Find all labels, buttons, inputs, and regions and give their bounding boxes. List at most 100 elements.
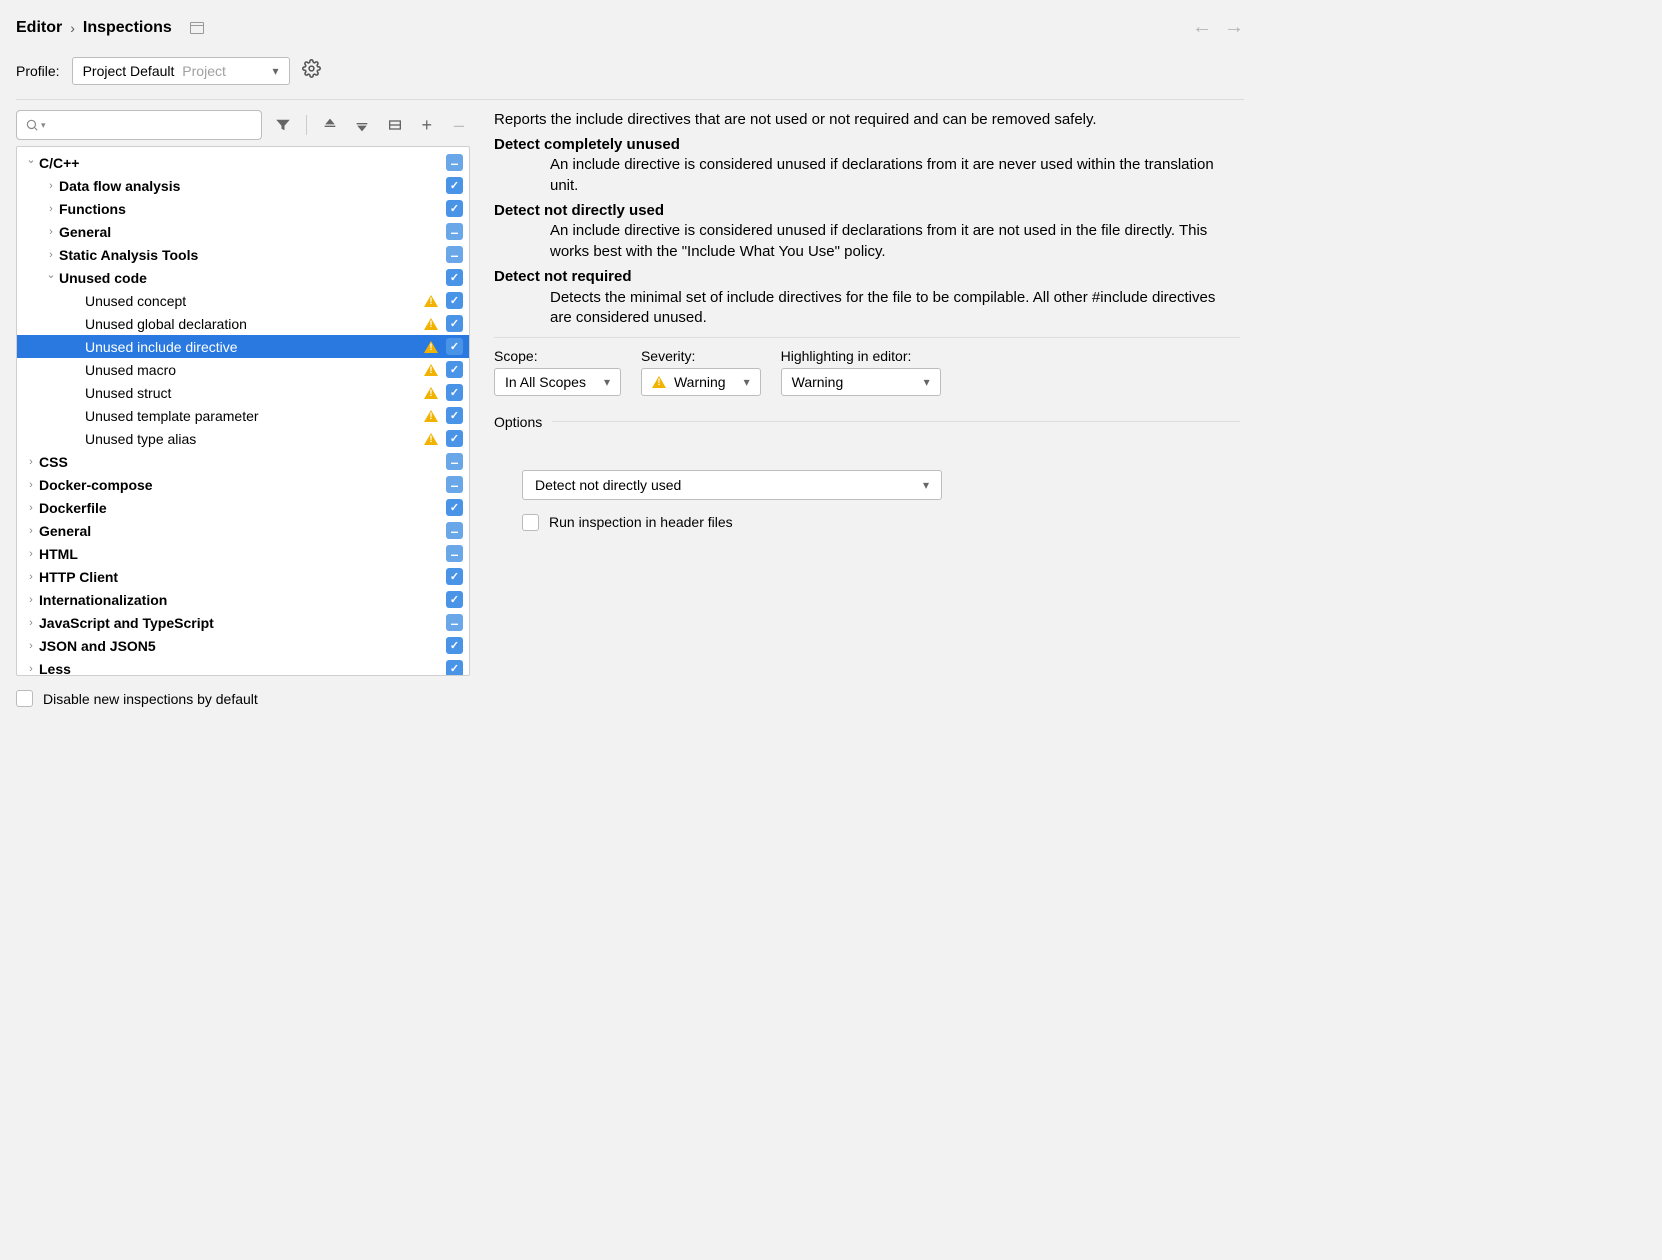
profile-name: Project Default — [83, 63, 175, 79]
inspection-toggle[interactable] — [446, 200, 463, 217]
inspection-toggle[interactable] — [446, 591, 463, 608]
window-icon[interactable] — [190, 22, 204, 34]
tree-row[interactable]: ⌄C/C++ — [17, 151, 469, 174]
tree-row[interactable]: Unused macro — [17, 358, 469, 381]
remove-icon[interactable]: – — [448, 113, 470, 137]
chevron-down-icon[interactable]: ⌄ — [43, 268, 59, 281]
chevron-right-icon[interactable]: › — [23, 502, 39, 514]
inspection-toggle[interactable] — [446, 154, 463, 171]
tree-row[interactable]: ›Static Analysis Tools — [17, 243, 469, 266]
tree-row[interactable]: Unused concept — [17, 289, 469, 312]
tree-label: Unused concept — [85, 293, 424, 309]
forward-button[interactable]: → — [1224, 16, 1244, 39]
tree-label: Unused code — [59, 270, 446, 286]
tree-row[interactable]: ›Data flow analysis — [17, 174, 469, 197]
inspection-toggle[interactable] — [446, 637, 463, 654]
chevron-right-icon[interactable]: › — [43, 249, 59, 261]
tree-row[interactable]: ›General — [17, 519, 469, 542]
add-icon[interactable]: + — [416, 113, 438, 137]
warning-icon — [424, 387, 438, 399]
tree-label: Unused struct — [85, 385, 424, 401]
chevron-down-icon[interactable]: ⌄ — [23, 153, 39, 166]
inspection-toggle[interactable] — [446, 568, 463, 585]
inspection-toggle[interactable] — [446, 177, 463, 194]
tree-row[interactable]: Unused global declaration — [17, 312, 469, 335]
filter-icon[interactable] — [272, 113, 294, 137]
disable-new-checkbox[interactable] — [16, 690, 33, 707]
tree-row[interactable]: Unused type alias — [17, 427, 469, 450]
inspection-toggle[interactable] — [446, 269, 463, 286]
chevron-right-icon[interactable]: › — [23, 456, 39, 468]
expand-all-icon[interactable] — [319, 113, 341, 137]
gear-icon[interactable] — [302, 59, 321, 83]
tree-row[interactable]: Unused include directive — [17, 335, 469, 358]
chevron-down-icon: ▾ — [924, 375, 930, 389]
chevron-right-icon[interactable]: › — [23, 617, 39, 629]
inspection-toggle[interactable] — [446, 338, 463, 355]
inspection-toggle[interactable] — [446, 361, 463, 378]
tree-label: JSON and JSON5 — [39, 638, 446, 654]
warning-icon — [424, 295, 438, 307]
tree-row[interactable]: Unused struct — [17, 381, 469, 404]
inspection-toggle[interactable] — [446, 522, 463, 539]
inspection-toggle[interactable] — [446, 292, 463, 309]
warning-icon — [424, 318, 438, 330]
inspection-toggle[interactable] — [446, 453, 463, 470]
inspection-toggle[interactable] — [446, 223, 463, 240]
run-in-headers-checkbox[interactable] — [522, 514, 539, 531]
chevron-right-icon[interactable]: › — [43, 180, 59, 192]
detection-mode-select[interactable]: Detect not directly used ▾ — [522, 470, 942, 500]
chevron-right-icon[interactable]: › — [43, 203, 59, 215]
inspection-toggle[interactable] — [446, 315, 463, 332]
tree-label: Functions — [59, 201, 446, 217]
chevron-right-icon[interactable]: › — [23, 640, 39, 652]
inspection-toggle[interactable] — [446, 614, 463, 631]
reset-icon[interactable] — [383, 113, 405, 137]
collapse-all-icon[interactable] — [351, 113, 373, 137]
scope-label: Scope: — [494, 348, 621, 364]
tree-row[interactable]: ›Less — [17, 657, 469, 676]
chevron-right-icon[interactable]: › — [23, 548, 39, 560]
inspection-toggle[interactable] — [446, 246, 463, 263]
tree-row[interactable]: ›JSON and JSON5 — [17, 634, 469, 657]
chevron-right-icon[interactable]: › — [23, 663, 39, 675]
tree-row[interactable]: ›Functions — [17, 197, 469, 220]
chevron-right-icon[interactable]: › — [23, 571, 39, 583]
inspection-toggle[interactable] — [446, 545, 463, 562]
chevron-right-icon: › — [70, 20, 75, 36]
chevron-right-icon[interactable]: › — [23, 525, 39, 537]
tree-label: Data flow analysis — [59, 178, 446, 194]
tree-label: HTML — [39, 546, 446, 562]
profile-select[interactable]: Project Default Project ▾ — [72, 57, 290, 85]
warning-icon — [652, 376, 666, 388]
chevron-right-icon[interactable]: › — [43, 226, 59, 238]
highlight-select[interactable]: Warning ▾ — [781, 368, 941, 396]
inspection-toggle[interactable] — [446, 476, 463, 493]
tree-row[interactable]: Unused template parameter — [17, 404, 469, 427]
tree-row[interactable]: ›JavaScript and TypeScript — [17, 611, 469, 634]
chevron-down-icon: ▾ — [273, 64, 279, 78]
tree-row[interactable]: ›Docker-compose — [17, 473, 469, 496]
inspection-toggle[interactable] — [446, 430, 463, 447]
inspection-toggle[interactable] — [446, 660, 463, 676]
search-input[interactable]: ▾ — [16, 110, 262, 140]
inspection-toggle[interactable] — [446, 499, 463, 516]
tree-row[interactable]: ⌄Unused code — [17, 266, 469, 289]
inspection-toggle[interactable] — [446, 407, 463, 424]
inspection-toggle[interactable] — [446, 384, 463, 401]
severity-select[interactable]: Warning ▾ — [641, 368, 761, 396]
chevron-right-icon[interactable]: › — [23, 479, 39, 491]
tree-row[interactable]: ›General — [17, 220, 469, 243]
breadcrumb-parent[interactable]: Editor — [16, 19, 62, 37]
tree-row[interactable]: ›CSS — [17, 450, 469, 473]
tree-row[interactable]: ›Dockerfile — [17, 496, 469, 519]
tree-label: Dockerfile — [39, 500, 446, 516]
tree-row[interactable]: ›Internationalization — [17, 588, 469, 611]
tree-row[interactable]: ›HTML — [17, 542, 469, 565]
inspections-tree[interactable]: ⌄C/C++›Data flow analysis›Functions›Gene… — [16, 146, 470, 676]
back-button[interactable]: ← — [1192, 16, 1212, 39]
tree-row[interactable]: ›HTTP Client — [17, 565, 469, 588]
tree-label: Unused type alias — [85, 431, 424, 447]
scope-select[interactable]: In All Scopes ▾ — [494, 368, 621, 396]
chevron-right-icon[interactable]: › — [23, 594, 39, 606]
